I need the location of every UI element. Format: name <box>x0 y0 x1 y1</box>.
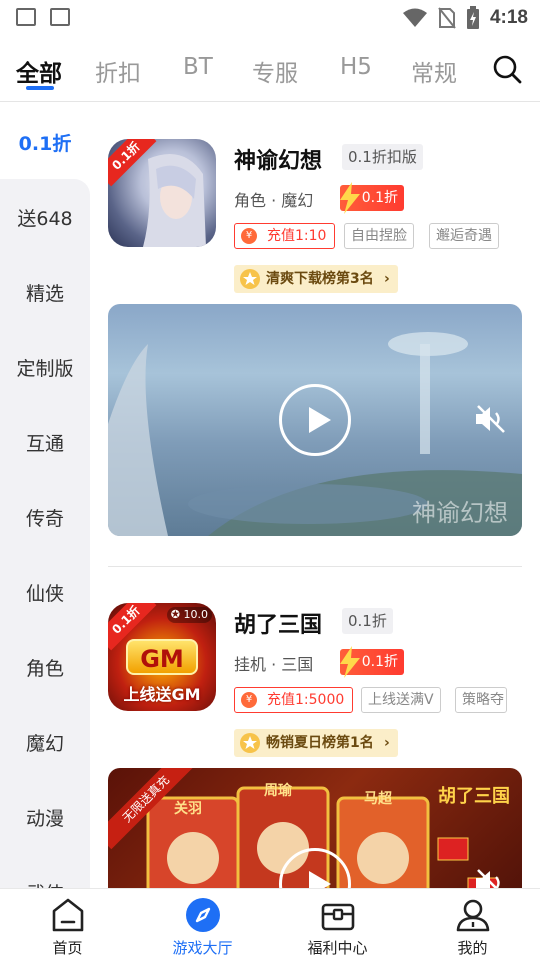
mute-icon[interactable] <box>474 868 508 888</box>
hero-name: 马超 <box>364 791 392 807</box>
game-video-shenyu[interactable]: 神谕幻想 <box>108 304 522 536</box>
recharge-text: 充值1:5000 <box>267 692 345 708</box>
yen-icon: ¥ <box>241 228 257 244</box>
sidebar-item-cross-platform[interactable]: 互通 <box>0 429 90 456</box>
home-icon <box>52 898 84 932</box>
battery-icon <box>466 6 479 29</box>
treasure-chest-icon <box>321 903 355 931</box>
gm-emblem: GM <box>126 639 198 675</box>
sidebar-category-list: 0.1折 送648 精选 定制版 互通 传奇 仙侠 角色 魔幻 动漫 武侠 <box>0 103 90 888</box>
game-category: 角色 · 魔幻 <box>234 191 314 210</box>
compass-icon <box>186 898 220 932</box>
clock-time: 4:18 <box>489 7 528 28</box>
play-button[interactable] <box>279 384 351 456</box>
nav-label: 游戏大厅 <box>172 939 233 957</box>
yen-icon: ¥ <box>241 692 257 708</box>
game-icon-hule-sanguo[interactable]: 0.1折 ✪ 10.0 GM 上线送GM <box>108 603 216 711</box>
hero-name: 周瑜 <box>264 783 292 799</box>
divider <box>108 566 522 567</box>
sidebar-item-fantasy[interactable]: 魔幻 <box>0 729 90 756</box>
sidebar-item-xianxia[interactable]: 仙侠 <box>0 579 90 606</box>
tab-regular[interactable]: 常规 <box>411 54 457 88</box>
nav-label: 首页 <box>52 939 83 957</box>
discount-badge: 0.1折 <box>340 182 404 214</box>
lightning-icon <box>340 182 360 214</box>
video-game-logo: 胡了三国 <box>438 786 510 807</box>
sidebar-item-anime[interactable]: 动漫 <box>0 804 90 831</box>
mute-icon[interactable] <box>474 404 508 434</box>
sidebar-item-0-1-discount[interactable]: 0.1折 <box>0 129 90 156</box>
sidebar-item-role[interactable]: 角色 <box>0 654 90 681</box>
rank-text: 清爽下载榜第3名 <box>266 271 374 287</box>
hero-name: 关羽 <box>174 801 202 817</box>
tab-bt[interactable]: BT <box>183 54 213 80</box>
nav-welfare-center[interactable]: 福利中心 <box>270 889 405 961</box>
sidebar-active-corner-cut <box>0 179 90 199</box>
game-title[interactable]: 胡了三国 <box>234 607 322 639</box>
star-icon <box>240 733 260 753</box>
active-tab-indicator <box>26 86 54 90</box>
feature-tag: 策略夺 <box>455 687 507 713</box>
nav-label: 福利中心 <box>307 939 368 957</box>
sidebar-item-featured[interactable]: 精选 <box>0 279 90 306</box>
discount-text: 0.1折 <box>361 654 398 670</box>
game-icon-shenyu[interactable]: 0.1折 <box>108 139 216 247</box>
sidebar-item-legend[interactable]: 传奇 <box>0 504 90 531</box>
tab-h5[interactable]: H5 <box>340 54 372 80</box>
wifi-icon <box>402 8 427 27</box>
icon-caption: 上线送GM <box>123 685 201 704</box>
game-title[interactable]: 神谕幻想 <box>234 143 322 175</box>
status-bar: 4:18 <box>0 0 540 36</box>
image-notification-icon <box>16 8 36 26</box>
sidebar-item-wuxia[interactable]: 武侠 <box>0 879 90 888</box>
feature-tag: 邂逅奇遇 <box>429 223 499 249</box>
star-icon <box>240 269 260 289</box>
user-icon <box>456 899 490 932</box>
tab-dedicated-server[interactable]: 专服 <box>252 54 298 88</box>
discount-badge: 0.1折 <box>340 646 404 678</box>
nav-profile[interactable]: 我的 <box>405 889 540 961</box>
chevron-right-icon: › <box>383 271 390 287</box>
game-category: 挂机 · 三国 <box>234 655 314 674</box>
recharge-tag: ¥ 充值1:5000 <box>234 687 354 713</box>
chevron-right-icon: › <box>383 735 390 751</box>
discount-text: 0.1折 <box>361 190 398 206</box>
nav-game-hall[interactable]: 游戏大厅 <box>135 889 270 961</box>
rank-badge[interactable]: 清爽下载榜第3名 › <box>234 265 398 293</box>
version-tag: 0.1折 <box>342 608 393 634</box>
feature-tag: 上线送满V <box>361 687 441 713</box>
rank-badge[interactable]: 畅销夏日榜第1名 › <box>234 729 398 757</box>
sidebar-item-custom-edition[interactable]: 定制版 <box>0 354 90 381</box>
rating-value: 10.0 <box>183 608 209 621</box>
video-watermark: 神谕幻想 <box>412 499 508 527</box>
feature-tag: 自由捏脸 <box>344 223 414 249</box>
tab-discount[interactable]: 折扣 <box>95 54 141 88</box>
search-icon[interactable] <box>492 54 522 84</box>
nav-home[interactable]: 首页 <box>0 889 135 961</box>
lightning-icon <box>340 646 360 678</box>
rating-badge: ✪ 10.0 <box>166 607 212 623</box>
rank-text: 畅销夏日榜第1名 <box>266 735 374 751</box>
no-sim-icon <box>438 7 456 29</box>
tab-all[interactable]: 全部 <box>16 54 62 88</box>
bottom-navigation: 首页 游戏大厅 福利中心 我的 <box>0 888 540 960</box>
recharge-tag: ¥ 充值1:10 <box>234 223 336 249</box>
sidebar-item-send-648[interactable]: 送648 <box>0 204 90 231</box>
nav-label: 我的 <box>457 939 488 957</box>
version-tag: 0.1折扣版 <box>342 144 423 170</box>
game-list: 0.1折 神谕幻想 0.1折扣版 角色 · 魔幻 0.1折 ¥ 充值1:10 自… <box>90 103 540 888</box>
recharge-text: 充值1:10 <box>267 228 327 244</box>
game-video-hule-sanguo[interactable]: 无限送真充 关羽 周瑜 马超 胡了三国 <box>108 768 522 888</box>
text-notification-icon <box>50 8 70 26</box>
category-tab-bar: 全部 折扣 BT 专服 H5 常规 <box>0 40 540 102</box>
